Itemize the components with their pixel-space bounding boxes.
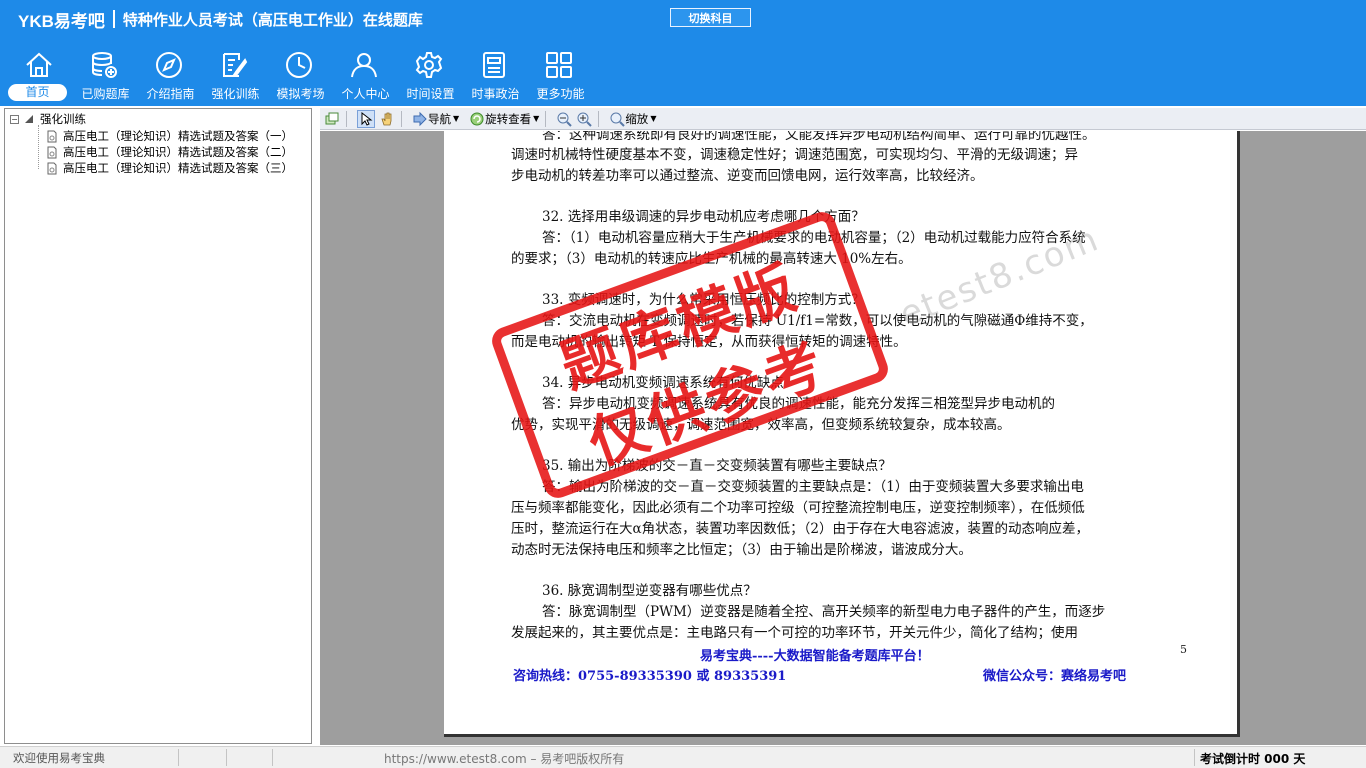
doc-line: 步电动机的转差功率可以通过整流、逆变而回馈电网，运行效率高，比较经济。 [511,168,984,184]
nav-label: 强化训练 [211,87,260,101]
tree-item[interactable]: 高压电工（理论知识）精选试题及答案（一） [47,128,293,144]
zoom-label: 缩放 [625,111,649,126]
navigate-button[interactable]: 导航 ▼ [412,110,459,128]
rotate-icon [470,112,484,125]
document-icon [47,130,57,142]
edit-icon [219,50,249,80]
news-icon [479,50,509,80]
nav-more[interactable]: 更多功能 [528,48,593,103]
tree-item-label: 高压电工（理论知识）精选试题及答案（一） [63,129,293,143]
exam-countdown: 考试倒计时 000 天 [1200,752,1306,766]
navigate-icon [413,111,427,126]
viewer-toolbar: 导航 ▼ 旋转查看 ▼ 缩放 ▼ [320,108,1366,130]
status-copyright: https://www.etest8.com – 易考吧版权所有 [384,752,625,766]
home-icon [24,50,54,80]
tree-root-label: 强化训练 [40,112,86,126]
doc-line: 动态时无法保持电压和频率之比恒定；（3）由于输出是阶梯波，谐波成分大。 [511,542,972,558]
status-divider [272,749,273,766]
doc-question: 36. 脉宽调制型逆变器有哪些优点？ [542,583,757,599]
status-divider [226,749,227,766]
hand-tool-button[interactable] [379,110,395,128]
course-tree-panel: − 强化训练 高压电工（理论知识）精选试题及答案（一） 高压电工（理论知识）精选… [4,108,312,744]
tree-item-label: 高压电工（理论知识）精选试题及答案（三） [63,161,293,175]
doc-line: 压时，整流运行在大α角状态，装置功率因数低；（2）由于存在大电容滤波，装置的动态… [511,521,1089,537]
document-icon [47,146,57,158]
rotate-label: 旋转查看 [485,111,532,126]
tree-item[interactable]: 高压电工（理论知识）精选试题及答案（三） [47,160,293,176]
nav-mock-exam[interactable]: 模拟考场 [268,48,333,103]
collapse-toggle[interactable]: − [10,114,19,124]
page-number: 5 [1180,643,1187,656]
zoom-out-icon [557,112,573,127]
nav-home[interactable]: 首页 [8,48,73,103]
switch-subject-button[interactable]: 切换科目 [670,8,751,27]
doc-line: 答：这种调速系统即有良好的调速性能，又能发挥异步电动机结构简单、运行可靠的优越性… [542,131,1096,143]
document-icon [47,162,57,174]
nav-label: 首页 [8,84,67,101]
status-bar: 欢迎使用易考宝典 https://www.etest8.com – 易考吧版权所… [0,746,1366,768]
database-icon [89,50,119,80]
nav-profile[interactable]: 个人中心 [333,48,398,103]
hand-icon [381,112,392,125]
status-divider [178,749,179,766]
thumbnail-button[interactable] [324,110,340,128]
page-footer-title: 易考宝典----大数据智能备考题库平台！ [700,649,930,664]
nav-label: 介绍指南 [146,87,195,101]
document-viewer[interactable]: 答：这种调速系统即有良好的调速性能，又能发挥异步电动机结构简单、运行可靠的优越性… [320,131,1366,745]
zoom-in-button[interactable] [576,110,593,128]
grid-icon [544,50,574,80]
doc-line: 答：输出为阶梯波的交－直－交变频装置的主要缺点是：（1）由于变频装置大多要求输出… [542,479,1084,495]
nav-label: 更多功能 [536,87,585,101]
nav-label: 已购题库 [81,87,130,101]
hotline-text: 咨询热线：0755-89335390 或 89335391 [513,669,787,684]
brand: YKB易考吧 特种作业人员考试（高压电工作业）在线题库 [18,8,423,31]
doc-line: 调速时机械特性硬度基本不变，调速稳定性好；调速范围宽，可实现均匀、平滑的无级调速… [511,147,1078,163]
nav-guide[interactable]: 介绍指南 [138,48,203,103]
status-welcome: 欢迎使用易考宝典 [13,751,105,765]
tree-connector [38,125,39,169]
nav-current-affairs[interactable]: 时事政治 [463,48,528,103]
toolbar-separator [401,110,402,127]
status-divider [1194,749,1195,766]
navigate-label: 导航 [428,111,451,126]
zoom-menu-button[interactable]: 缩放 ▼ [609,110,656,128]
nav-label: 个人中心 [341,87,390,101]
wechat-text: 微信公众号：赛络易考吧 [983,669,1127,684]
pointer-icon [361,111,373,126]
rotate-button[interactable]: 旋转查看 ▼ [469,110,539,128]
zoom-out-button[interactable] [556,110,573,128]
toolbar-separator [545,110,547,127]
app-header: YKB易考吧 特种作业人员考试（高压电工作业）在线题库 切换科目 首页 已购题库… [0,0,1366,106]
app-title: 特种作业人员考试（高压电工作业）在线题库 [122,10,423,29]
nav-time-settings[interactable]: 时间设置 [398,48,463,103]
nav-training[interactable]: 强化训练 [203,48,268,103]
toolbar-separator [346,110,347,127]
tree-item-label: 高压电工（理论知识）精选试题及答案（二） [63,145,293,159]
nav-label: 时事政治 [471,87,520,101]
doc-line: 答：脉宽调制型（PWM）逆变器是随着全控、高开关频率的新型电力电子器件的产生，而… [542,604,1106,620]
compass-icon [154,50,184,80]
nav-purchased[interactable]: 已购题库 [73,48,138,103]
toolbar-separator [598,110,600,127]
zoom-in-icon [577,112,593,127]
app-logo: YKB易考吧 [18,11,105,31]
nav-label: 时间设置 [406,87,455,101]
triangle-folder-icon [25,115,33,123]
clock-icon [284,50,314,80]
gear-icon [414,50,444,80]
tree-item[interactable]: 高压电工（理论知识）精选试题及答案（二） [47,144,293,160]
title-separator [112,10,115,28]
magnifier-icon [610,112,626,127]
thumbnail-icon [325,112,339,124]
doc-line: 压与频率都能变化，因此必须有二个功率可控级（可控整流控制电压，逆变控制频率），在… [511,500,1085,516]
user-icon [349,50,379,80]
doc-line: 发展起来的，其主要优点是：主电路只有一个可控的功率环节，开关元件少，简化了结构；… [511,625,1078,641]
select-tool-button[interactable] [357,109,375,128]
main-navbar: 首页 已购题库 介绍指南 强化训练 模拟考场 个人中心 时间设置 时事政治 更多… [8,48,593,103]
nav-label: 模拟考场 [276,87,325,101]
tree-root[interactable]: − 强化训练 [10,111,86,127]
